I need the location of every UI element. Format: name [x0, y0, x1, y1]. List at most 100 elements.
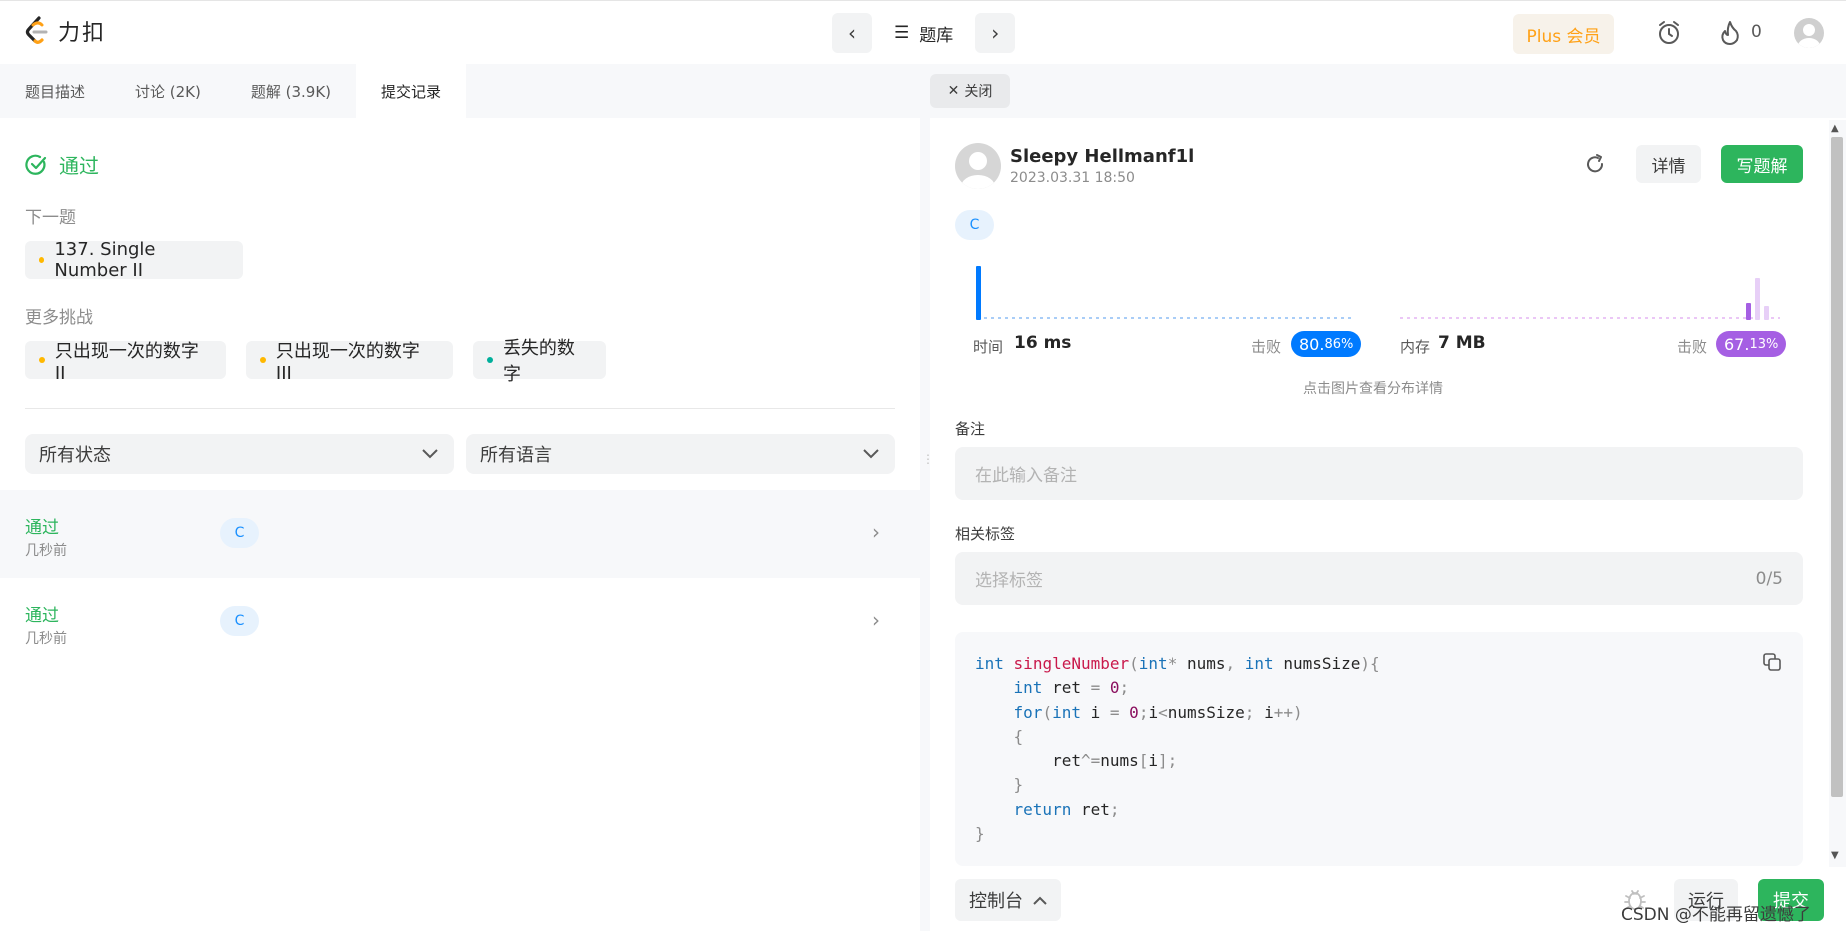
- tags-count: 0/5: [1755, 568, 1783, 589]
- runtime-beat-small: 86%: [1324, 336, 1354, 352]
- close-icon: ✕: [947, 83, 960, 99]
- chevron-down-icon: [422, 449, 438, 459]
- plus-member-button[interactable]: Plus 会员: [1513, 14, 1614, 54]
- write-solution-button[interactable]: 写题解: [1721, 145, 1803, 183]
- streak-count: 0: [1751, 22, 1762, 42]
- status-filter-select[interactable]: 所有状态: [25, 434, 454, 474]
- memory-beat-main: 67.: [1724, 334, 1750, 354]
- watermark: CSDN @不能再留遗憾了: [1621, 905, 1811, 925]
- submission-row[interactable]: 通过 几秒前 C ›: [0, 578, 920, 666]
- submission-status: 通过: [25, 518, 59, 538]
- list-icon: ☰: [894, 23, 910, 43]
- challenge-link[interactable]: 只出现一次的数字 II: [25, 341, 226, 384]
- prev-problem-button[interactable]: ‹: [832, 13, 872, 53]
- scrollbar-thumb[interactable]: [1831, 137, 1843, 797]
- challenge-title: 丢失的数字: [502, 338, 575, 385]
- difficulty-dot: [260, 357, 266, 363]
- submission-status: 通过: [25, 606, 59, 626]
- language-filter-select[interactable]: 所有语言: [466, 434, 895, 474]
- code-viewer[interactable]: int singleNumber(int* nums, int numsSize…: [955, 632, 1803, 866]
- tab-solutions[interactable]: 题解 (3.9K): [226, 64, 356, 118]
- runtime-beat-main: 80.: [1299, 334, 1325, 354]
- memory-bar: [1764, 306, 1769, 320]
- logo[interactable]: 力扣: [24, 15, 106, 47]
- drag-handle-icon: ⋮: [922, 452, 934, 466]
- result-status: 通过: [25, 150, 99, 179]
- language-filter-value: 所有语言: [480, 445, 552, 466]
- user-avatar-top[interactable]: [1794, 18, 1824, 48]
- tab-discussion[interactable]: 讨论 (2K): [110, 64, 226, 118]
- challenge-link[interactable]: 丢失的数字: [473, 338, 606, 385]
- chart-hint: 点击图片查看分布详情: [1303, 381, 1443, 397]
- panel-resizer[interactable]: [920, 64, 930, 931]
- refresh-icon[interactable]: [1583, 152, 1607, 176]
- close-tab-button[interactable]: ✕ 关闭: [930, 74, 1010, 108]
- tags-placeholder: 选择标签: [975, 571, 1043, 591]
- chevron-right-icon: ›: [872, 520, 880, 544]
- alarm-clock-icon[interactable]: [1655, 19, 1683, 47]
- submission-date: 2023.03.31 18:50: [1010, 170, 1135, 186]
- next-problem-label: 下一题: [25, 208, 76, 228]
- copy-icon[interactable]: [1762, 652, 1782, 672]
- notes-label: 备注: [955, 420, 986, 438]
- difficulty-dot: [487, 357, 493, 363]
- tags-label: 相关标签: [955, 525, 1016, 543]
- check-circle-icon: [25, 154, 47, 175]
- runtime-beat-label: 击败: [1251, 338, 1282, 356]
- problem-bank-label: 题库: [919, 25, 954, 46]
- next-problem-button[interactable]: ›: [975, 13, 1016, 53]
- code-line: {: [1013, 726, 1024, 746]
- status-filter-value: 所有状态: [39, 445, 111, 466]
- challenge-title: 只出现一次的数字 II: [54, 340, 199, 384]
- submitter-avatar[interactable]: [955, 143, 1001, 189]
- flame-icon[interactable]: [1716, 19, 1744, 47]
- right-tab-bar: [930, 64, 1846, 118]
- tab-submissions[interactable]: 提交记录: [356, 64, 467, 118]
- scroll-down-icon[interactable]: ▼: [1831, 850, 1839, 861]
- brand-name: 力扣: [58, 21, 107, 46]
- notes-placeholder: 在此输入备注: [975, 466, 1077, 486]
- challenge-link[interactable]: 只出现一次的数字 III: [246, 341, 453, 384]
- memory-distribution-chart[interactable]: [1400, 258, 1780, 328]
- code-line: return ret;: [1013, 799, 1120, 819]
- top-navbar: 力扣 ‹ ☰ 题库 › Plus 会员 0: [0, 0, 1846, 64]
- chevron-right-icon: ›: [991, 21, 1000, 45]
- memory-beat-badge: 67. 13%: [1716, 331, 1787, 357]
- tab-description[interactable]: 题目描述: [0, 64, 110, 118]
- status-text: 通过: [59, 154, 99, 178]
- chevron-down-icon: [863, 449, 879, 459]
- details-button[interactable]: 详情: [1636, 145, 1701, 183]
- code-line: }: [1013, 775, 1024, 795]
- runtime-distribution-chart[interactable]: [972, 258, 1352, 328]
- leetcode-logo-icon: [25, 16, 48, 44]
- difficulty-dot: [39, 257, 45, 263]
- chevron-right-icon: ›: [872, 608, 880, 632]
- next-problem-title: 137. Single Number II: [54, 239, 156, 281]
- problem-nav: ‹ ☰ 题库 ›: [832, 13, 1016, 53]
- memory-bar: [1746, 303, 1751, 320]
- difficulty-dot: [39, 357, 45, 363]
- submission-row[interactable]: 通过 几秒前 C ›: [0, 490, 920, 578]
- submitter-name[interactable]: Sleepy Hellmanf1l: [1010, 146, 1194, 167]
- language-badge: C: [955, 210, 994, 240]
- next-problem-link[interactable]: 137. Single Number II: [25, 239, 243, 281]
- notes-input[interactable]: 在此输入备注: [955, 447, 1803, 500]
- console-toggle-button[interactable]: 控制台: [955, 879, 1061, 921]
- memory-bar: [1755, 278, 1760, 320]
- memory-beat-small: 13%: [1749, 336, 1779, 352]
- memory-value: 7 MB: [1438, 333, 1486, 353]
- runtime-beat-badge: 80. 86%: [1291, 331, 1362, 357]
- left-tabs: 题目描述 讨论 (2K) 题解 (3.9K) 提交记录: [0, 64, 920, 118]
- console-label: 控制台: [969, 891, 1023, 912]
- code-line: int singleNumber(int* nums, int numsSize…: [975, 654, 1380, 673]
- memory-beat-label: 击败: [1677, 338, 1708, 356]
- code-line: for(int i = 0;i<numsSize; i++): [1013, 702, 1303, 722]
- chevron-up-icon: [1033, 896, 1047, 905]
- language-badge: C: [220, 518, 259, 548]
- more-challenges-label: 更多挑战: [25, 308, 93, 328]
- challenge-title: 只出现一次的数字 III: [275, 340, 420, 384]
- code-line: }: [975, 824, 985, 844]
- scroll-up-icon[interactable]: ▲: [1831, 123, 1839, 134]
- problem-bank-link[interactable]: ☰ 题库: [894, 21, 953, 46]
- tags-select[interactable]: 选择标签 0/5: [955, 552, 1803, 605]
